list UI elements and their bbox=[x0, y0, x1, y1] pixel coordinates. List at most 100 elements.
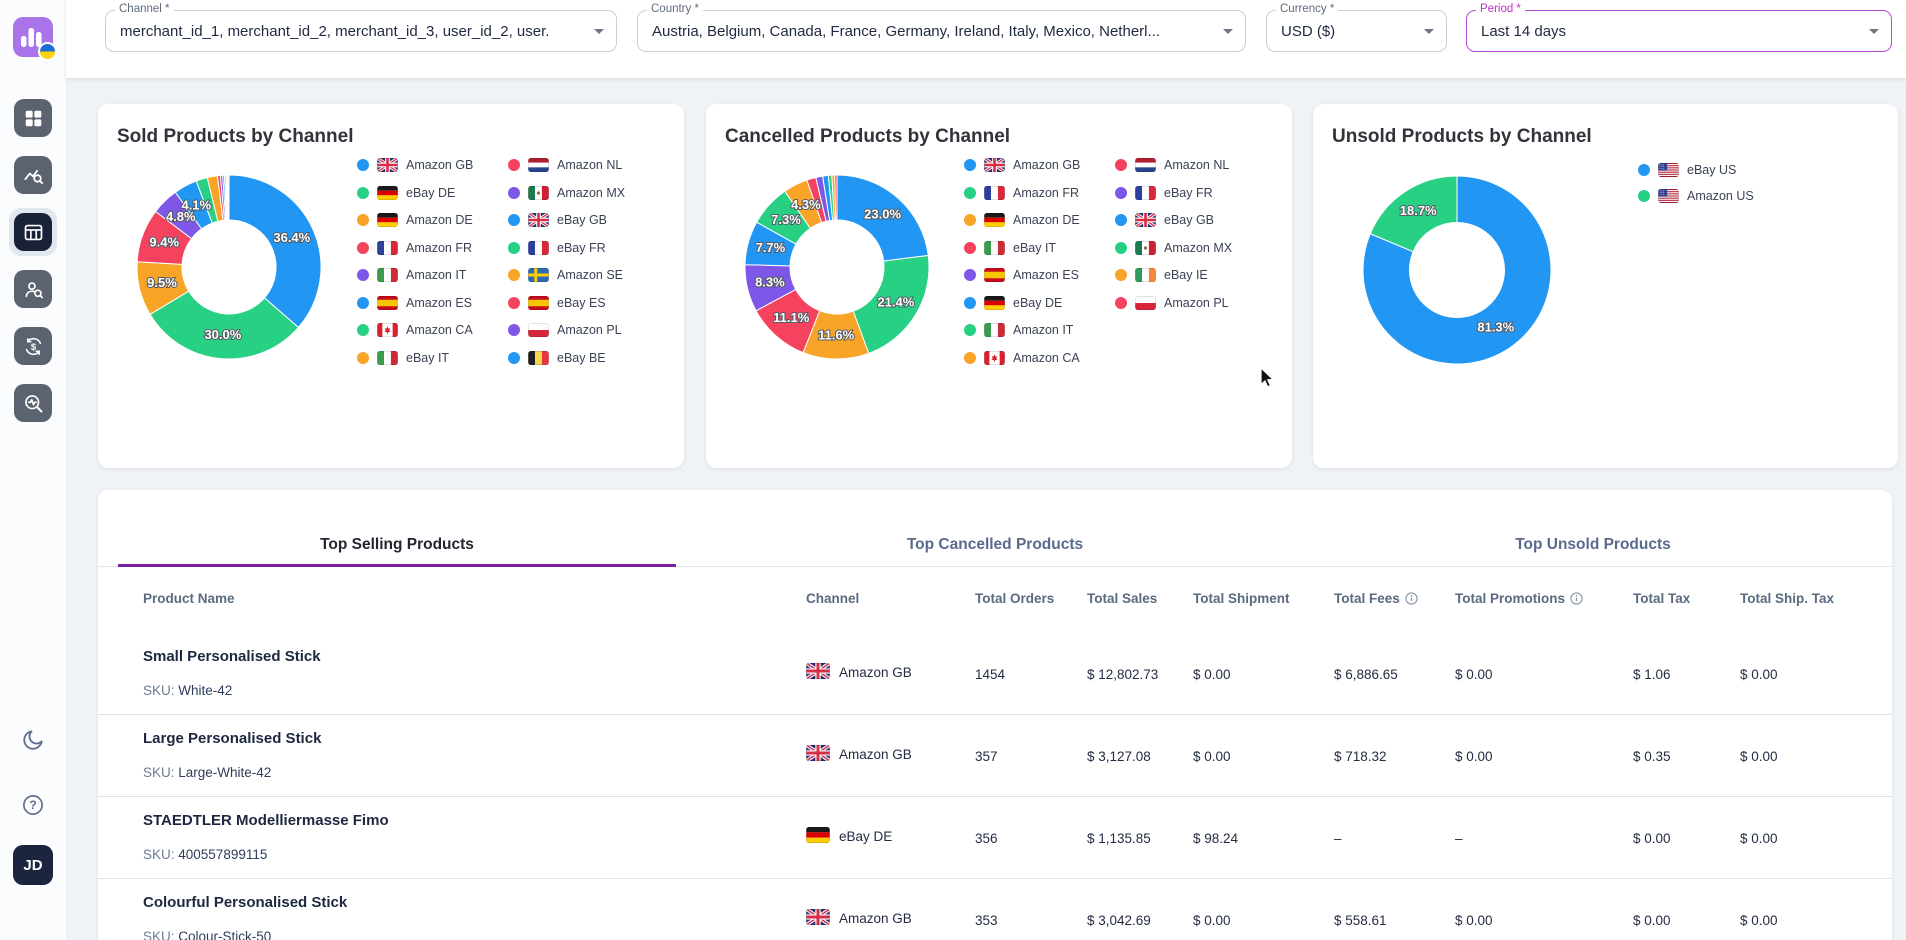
legend-item-amazon-us[interactable]: Amazon US bbox=[1638, 187, 1789, 206]
help-button[interactable]: ? bbox=[21, 793, 45, 817]
legend-flag bbox=[984, 323, 1005, 338]
sidebar-item-transactions[interactable]: $ bbox=[14, 327, 52, 365]
legend-item-amazon-fr[interactable]: Amazon FR bbox=[964, 184, 1115, 203]
legend-flag bbox=[1135, 240, 1156, 255]
legend-item-amazon-gb[interactable]: Amazon GB bbox=[357, 156, 508, 175]
app-root: $ ? JD Channel * merchant_id_1, merchant… bbox=[0, 0, 1906, 940]
sidebar-item-audit[interactable] bbox=[14, 384, 52, 422]
unsold-products-donut-chart: 81.3% 18.7% bbox=[1362, 175, 1552, 365]
dark-mode-toggle[interactable] bbox=[21, 728, 45, 752]
legend-item-ebay-us[interactable]: eBay US bbox=[1638, 161, 1789, 180]
currency-filter[interactable]: Currency * USD ($) bbox=[1266, 3, 1447, 52]
legend-item-ebay-be[interactable]: eBay BE bbox=[508, 349, 659, 368]
svg-text:?: ? bbox=[29, 798, 36, 812]
period-filter[interactable]: Period * Last 14 days bbox=[1466, 3, 1892, 52]
legend-item-amazon-pl[interactable]: Amazon PL bbox=[1115, 294, 1266, 313]
donut-slice-ebay-be[interactable] bbox=[227, 174, 230, 221]
grid-icon bbox=[25, 110, 41, 126]
channel-flag bbox=[806, 827, 830, 846]
legend-item-amazon-es[interactable]: Amazon ES bbox=[964, 266, 1115, 285]
legend-label: Amazon NL bbox=[557, 158, 623, 173]
legend-item-ebay-fr[interactable]: eBay FR bbox=[1115, 184, 1266, 203]
legend-item-ebay-de[interactable]: eBay DE bbox=[964, 294, 1115, 313]
column-header-channel: Channel bbox=[806, 591, 859, 606]
legend-item-ebay-es[interactable]: eBay ES bbox=[508, 294, 659, 313]
legend-item-amazon-it[interactable]: Amazon IT bbox=[357, 266, 508, 285]
legend-item-amazon-fr[interactable]: Amazon FR bbox=[357, 239, 508, 258]
legend-color-dot bbox=[357, 296, 369, 309]
flag-de-icon bbox=[984, 213, 1005, 228]
tab-top-selling-products[interactable]: Top Selling Products bbox=[98, 490, 696, 567]
sidebar-item-dashboard[interactable] bbox=[14, 99, 52, 137]
column-header-label: Product Name bbox=[143, 591, 235, 606]
info-icon[interactable] bbox=[1570, 592, 1583, 605]
legend-item-ebay-gb[interactable]: eBay GB bbox=[508, 211, 659, 230]
legend-item-amazon-nl[interactable]: Amazon NL bbox=[508, 156, 659, 175]
column-header-total-shipment: Total Shipment bbox=[1193, 591, 1290, 606]
legend-item-amazon-ca[interactable]: Amazon CA bbox=[964, 349, 1115, 368]
flag-mx-icon bbox=[528, 185, 549, 200]
donut-percent-label: 9.4% bbox=[149, 235, 179, 250]
tab-top-unsold-products[interactable]: Top Unsold Products bbox=[1294, 490, 1892, 566]
donut-percent-label: 11.6% bbox=[818, 327, 855, 342]
channel-flag bbox=[805, 743, 831, 764]
legend-item-ebay-de[interactable]: eBay DE bbox=[357, 184, 508, 203]
table-header: Product Name Channel Total Orders Total Sal… bbox=[98, 566, 1892, 634]
legend-item-amazon-nl[interactable]: Amazon NL bbox=[1115, 156, 1266, 175]
legend-item-amazon-de[interactable]: Amazon DE bbox=[964, 211, 1115, 230]
flag-gb-icon bbox=[377, 158, 398, 173]
flag-it-icon bbox=[377, 268, 398, 283]
tab-top-cancelled-products[interactable]: Top Cancelled Products bbox=[696, 490, 1294, 566]
channel-filter[interactable]: Channel * merchant_id_1, merchant_id_2, … bbox=[105, 3, 617, 52]
legend-label: eBay FR bbox=[557, 240, 606, 255]
flag-mx-icon bbox=[1135, 240, 1156, 255]
info-icon[interactable] bbox=[1405, 592, 1418, 605]
legend-item-ebay-it[interactable]: eBay IT bbox=[357, 349, 508, 368]
product-sku: SKU: White-42 bbox=[143, 683, 233, 698]
column-header-label: Total Orders bbox=[975, 591, 1055, 606]
channel-name: Amazon GB bbox=[839, 665, 912, 680]
legend-flag bbox=[528, 213, 549, 228]
sidebar-item-tables[interactable] bbox=[14, 213, 52, 251]
flag-gb-icon bbox=[805, 907, 831, 927]
legend-label: Amazon FR bbox=[1013, 185, 1079, 200]
tab-label: Top Unsold Products bbox=[1515, 536, 1671, 553]
legend-item-amazon-ca[interactable]: Amazon CA bbox=[357, 321, 508, 340]
country-filter[interactable]: Country * Austria, Belgium, Canada, Fran… bbox=[637, 3, 1246, 52]
legend-item-amazon-pl[interactable]: Amazon PL bbox=[508, 321, 659, 340]
legend-item-amazon-it[interactable]: Amazon IT bbox=[964, 321, 1115, 340]
legend-item-amazon-se[interactable]: Amazon SE bbox=[508, 266, 659, 285]
sidebar-item-analytics[interactable] bbox=[14, 156, 52, 194]
value-cell: $ 3,042.69 bbox=[1087, 913, 1151, 928]
legend-item-amazon-mx[interactable]: Amazon MX bbox=[508, 184, 659, 203]
legend-item-amazon-gb[interactable]: Amazon GB bbox=[964, 156, 1115, 175]
legend-color-dot bbox=[357, 186, 369, 199]
flag-gb-icon bbox=[528, 213, 549, 228]
value-cell: $ 0.00 bbox=[1633, 831, 1671, 846]
value-cell: 353 bbox=[975, 913, 998, 928]
flag-gb-icon bbox=[805, 661, 831, 681]
user-avatar[interactable]: JD bbox=[13, 845, 53, 885]
legend-item-ebay-fr[interactable]: eBay FR bbox=[508, 239, 659, 258]
channel-name: eBay DE bbox=[839, 829, 893, 844]
legend-item-amazon-es[interactable]: Amazon ES bbox=[357, 294, 508, 313]
chevron-down-icon bbox=[594, 28, 604, 34]
legend-item-amazon-de[interactable]: Amazon DE bbox=[357, 211, 508, 230]
flag-ie-icon bbox=[1135, 268, 1156, 283]
legend-flag bbox=[377, 323, 398, 338]
sidebar-item-customers[interactable] bbox=[14, 270, 52, 308]
legend-flag bbox=[984, 295, 1005, 310]
legend-item-ebay-gb[interactable]: eBay GB bbox=[1115, 211, 1266, 230]
donut-slice-amazon-gb[interactable] bbox=[228, 174, 322, 329]
flag-ca-icon bbox=[984, 350, 1005, 365]
legend-item-ebay-ie[interactable]: eBay IE bbox=[1115, 266, 1266, 285]
legend-label: eBay DE bbox=[406, 185, 456, 200]
legend-item-ebay-it[interactable]: eBay IT bbox=[964, 239, 1115, 258]
app-logo[interactable] bbox=[13, 17, 57, 61]
value-cell: $ 3,127.08 bbox=[1087, 749, 1151, 764]
legend-item-amazon-mx[interactable]: Amazon MX bbox=[1115, 239, 1266, 258]
flag-be-icon bbox=[528, 350, 549, 365]
legend-flag bbox=[984, 158, 1005, 173]
legend-color-dot bbox=[964, 186, 976, 199]
legend-color-dot bbox=[357, 269, 369, 282]
